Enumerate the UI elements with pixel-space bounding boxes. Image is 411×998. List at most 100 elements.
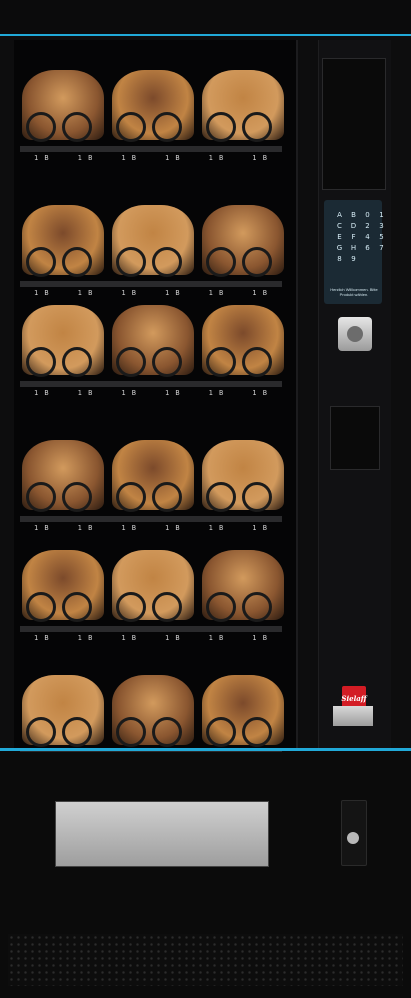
keypad-key[interactable]: H [348, 244, 359, 252]
spiral-coil [116, 592, 146, 622]
price-tag: 1 B [208, 523, 225, 532]
spiral-coil [206, 717, 236, 747]
spiral-coil [242, 247, 272, 277]
spiral-coil [62, 717, 92, 747]
spiral-coil [242, 112, 272, 142]
spiral-coil [206, 482, 236, 512]
price-tag: 1 B [208, 288, 225, 297]
price-tag: 1 B [34, 388, 50, 397]
vending-machine: 1 B1 B1 B1 B1 B1 B1 B1 B1 B1 B1 B1 B1 B1… [0, 0, 411, 998]
price-strip: 1 B 1 B 1 B 1 B 1 B 1 B [20, 632, 282, 643]
keypad-key[interactable]: 9 [348, 255, 359, 263]
spiral-coil [242, 482, 272, 512]
keypad[interactable]: AB01 CD23 EF45 GH67 89 [334, 211, 387, 263]
spiral-coil [26, 347, 56, 377]
price-strip: 1 B 1 B 1 B 1 B 1 B 1 B [20, 152, 282, 163]
coin-slot-icon [347, 326, 363, 342]
card-reader-slot[interactable] [330, 406, 380, 470]
keypad-key[interactable]: 2 [362, 222, 373, 230]
spiral-coil [152, 112, 182, 142]
spiral-coil [26, 717, 56, 747]
spiral-coil [206, 347, 236, 377]
screen-message: Herzlich Willkommen. Bitte Produkt wähle… [330, 287, 378, 297]
spiral-coil [206, 112, 236, 142]
keypad-key[interactable]: 5 [376, 233, 387, 241]
price-tag: 1 B [121, 388, 137, 397]
price-tag: 1 B [34, 153, 50, 162]
price-tag: 1 B [164, 523, 181, 532]
price-strip: 1 B 1 B 1 B 1 B 1 B 1 B [20, 522, 282, 533]
spiral-coil [62, 482, 92, 512]
keypad-key[interactable]: G [334, 244, 345, 252]
keypad-key[interactable]: 7 [376, 244, 387, 252]
spiral-coil [26, 482, 56, 512]
spiral-coil [26, 592, 56, 622]
keypad-key[interactable]: 3 [376, 222, 387, 230]
delivery-flap[interactable] [55, 801, 269, 867]
price-tag: 1 B [208, 153, 225, 162]
price-tag: 1 B [121, 523, 137, 532]
spiral-coil [152, 592, 182, 622]
price-tag: 1 B [252, 633, 268, 642]
price-tag: 1 B [121, 633, 137, 642]
price-tag: 1 B [34, 288, 50, 297]
price-tag: 1 B [252, 288, 268, 297]
price-strip: 1 B 1 B 1 B 1 B 1 B 1 B [20, 387, 282, 398]
spiral-coil [152, 347, 182, 377]
lock-icon[interactable] [347, 832, 359, 844]
price-tag: 1 B [121, 153, 137, 162]
spiral-coil [62, 112, 92, 142]
middle-accent-line [0, 748, 411, 751]
spiral-coil [116, 247, 146, 277]
price-tag: 1 B [164, 288, 181, 297]
keypad-key[interactable]: D [348, 222, 359, 230]
spiral-coil [116, 112, 146, 142]
keypad-key[interactable]: F [348, 233, 359, 241]
price-tag: 1 B [77, 153, 94, 162]
spiral-coil [152, 717, 182, 747]
keypad-key[interactable]: B [348, 211, 359, 219]
spiral-coil [116, 482, 146, 512]
price-tag: 1 B [77, 288, 94, 297]
upper-panel-slot [322, 58, 386, 190]
spiral-coil [62, 247, 92, 277]
keypad-key[interactable]: 1 [376, 211, 387, 219]
spiral-coil [152, 482, 182, 512]
price-tag: 1 B [164, 388, 181, 397]
keypad-key[interactable]: A [334, 211, 345, 219]
spiral-coil [116, 347, 146, 377]
price-tag: 1 B [34, 633, 50, 642]
keypad-key[interactable]: 8 [334, 255, 345, 263]
price-tag: 1 B [164, 153, 181, 162]
spiral-coil [206, 247, 236, 277]
price-tag: 1 B [77, 523, 94, 532]
spiral-coil [26, 112, 56, 142]
spiral-coil [116, 717, 146, 747]
ventilation-grille [8, 934, 403, 986]
price-tag: 1 B [252, 523, 268, 532]
keypad-key[interactable]: 4 [362, 233, 373, 241]
price-tag: 1 B [252, 153, 268, 162]
spiral-coil [242, 347, 272, 377]
price-tag: 1 B [34, 523, 50, 532]
price-tag: 1 B [121, 288, 137, 297]
price-tag: 1 B [252, 388, 268, 397]
price-tag: 1 B [77, 633, 94, 642]
price-tag: 1 B [208, 388, 225, 397]
price-tag: 1 B [164, 633, 181, 642]
spiral-coil [62, 347, 92, 377]
keypad-key[interactable]: E [334, 233, 345, 241]
keypad-key[interactable]: 0 [362, 211, 373, 219]
spiral-coil [206, 592, 236, 622]
spiral-coil [26, 247, 56, 277]
price-tag: 1 B [208, 633, 225, 642]
price-strip: 1 B 1 B 1 B 1 B 1 B 1 B [20, 287, 282, 298]
spiral-coil [62, 592, 92, 622]
coin-slot-button[interactable] [338, 317, 372, 351]
keypad-key[interactable]: 6 [362, 244, 373, 252]
keypad-key[interactable]: C [334, 222, 345, 230]
spiral-coil [152, 247, 182, 277]
price-tag: 1 B [77, 388, 94, 397]
spiral-coil [242, 592, 272, 622]
brand-plate [333, 706, 373, 726]
